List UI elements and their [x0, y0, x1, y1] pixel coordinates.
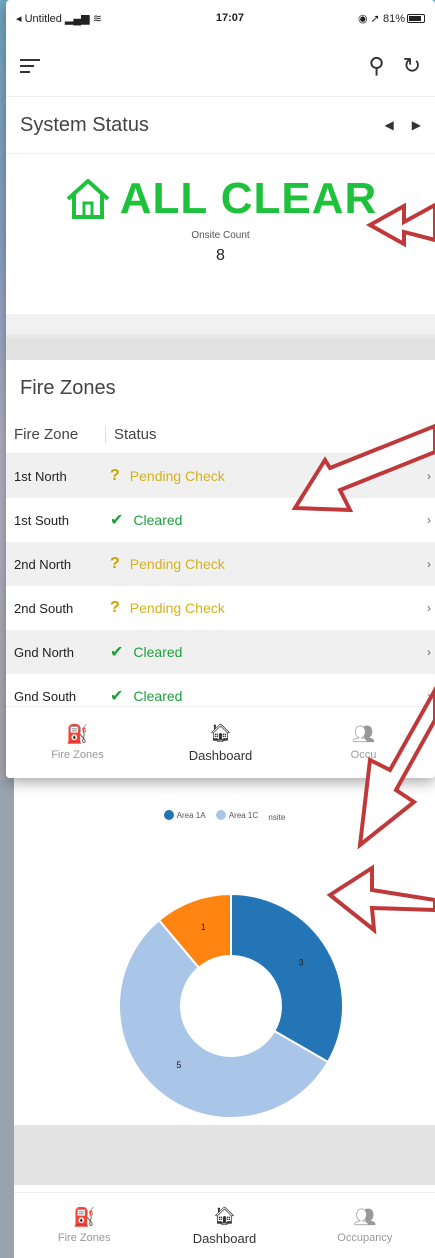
fire-extinguisher-icon: ⛽: [72, 1207, 96, 1227]
check-icon: ✔: [110, 688, 124, 705]
question-icon: ?: [110, 555, 120, 572]
fire-zones-list: 1st North? Pending Check › 1st South ✔ Cleare…: [6, 454, 435, 718]
donut-chart-svg: 3 5 1: [118, 892, 344, 1119]
phone-screen-primary: ◂ Untitled ▂▄▆ ≋ 17:07 ◉ ➚ 81% ⚲ ↻ Syste…: [6, 0, 435, 778]
slice-value-label: 1: [201, 922, 206, 932]
section-title: System Status: [20, 113, 149, 136]
nav-occupancy[interactable]: 👥︎ Occu: [292, 707, 435, 778]
carrier-label: ◂ Untitled ▂▄▆ ≋: [16, 12, 102, 25]
onsite-count-label: Onsite Count: [191, 230, 250, 241]
fire-zone-name: 2nd South: [14, 600, 74, 616]
nav-fire-zones[interactable]: ⛽ Fire Zones: [6, 707, 149, 778]
menu-icon[interactable]: [20, 55, 40, 77]
chevron-right-icon: ›: [427, 689, 431, 703]
question-icon: ?: [110, 467, 120, 484]
fire-zone-name: Gnd South: [14, 688, 77, 704]
home-icon: [66, 179, 110, 219]
legend-item-area1a[interactable]: Area 1A: [163, 810, 206, 820]
fire-zone-status: ? Pending Check: [110, 555, 225, 573]
search-icon[interactable]: ⚲: [368, 53, 384, 79]
legend-label: Area 1C: [228, 810, 259, 820]
slice-value-label: 3: [299, 958, 304, 968]
system-status-header: System Status ◀ ▶: [6, 96, 435, 154]
donut-slice-area-1a[interactable]: [230, 892, 344, 1064]
status-label: Pending Check: [129, 556, 225, 572]
legend-swatch: [163, 810, 174, 820]
status-label: Pending Check: [129, 600, 225, 616]
fire-zone-row[interactable]: 1st North? Pending Check ›: [6, 454, 435, 498]
nav-label: Fire Zones: [57, 1232, 111, 1244]
divider: [6, 314, 435, 334]
fire-zone-row[interactable]: 1st South ✔ Cleared ›: [6, 498, 435, 542]
legend-item-area1c[interactable]: Area 1C: [215, 810, 259, 820]
nav-dashboard[interactable]: 🏠︎ Dashboard: [149, 707, 292, 778]
bottom-nav-secondary: ⛽ Fire Zones 🏠︎ Dashboard 👥︎ Occupancy: [14, 1192, 435, 1258]
fire-zone-name: Gnd North: [14, 644, 74, 660]
divider: [6, 334, 435, 360]
fire-zone-name: 2nd North: [14, 556, 72, 572]
status-label: Cleared: [133, 512, 183, 528]
bottom-nav: ⛽ Fire Zones 🏠︎ Dashboard 👥︎ Occu: [6, 706, 435, 778]
check-icon: ✔: [110, 644, 124, 661]
chevron-right-icon: ›: [427, 645, 431, 659]
nav-label: Occu: [350, 749, 377, 761]
home-icon: 🏠︎: [213, 1205, 236, 1226]
fire-zone-name: 1st North: [14, 468, 67, 484]
nav-occupancy[interactable]: 👥︎ Occupancy: [295, 1193, 435, 1258]
col-header-zone: Fire Zone: [6, 426, 106, 443]
nav-label: Dashboard: [192, 1230, 257, 1246]
chevron-right-icon: ›: [427, 513, 431, 527]
prev-arrow-icon[interactable]: ◀: [385, 118, 394, 132]
status-label: Cleared: [133, 644, 183, 660]
nav-label: Fire Zones: [51, 749, 104, 761]
fire-zone-row[interactable]: 2nd South? Pending Check ›: [6, 586, 435, 630]
dashboard-screen-secondary: Area 1A Area 1C nsite 351 ⛽ Fire Zones 🏠…: [14, 760, 435, 1258]
nav-dashboard[interactable]: 🏠︎ Dashboard: [154, 1193, 294, 1258]
fire-zone-status: ✔ Cleared: [110, 510, 182, 530]
fire-extinguisher-icon: ⛽: [66, 724, 89, 744]
fire-zones-table-header: Fire Zone Status: [6, 416, 435, 454]
next-arrow-icon[interactable]: ▶: [412, 118, 421, 132]
fire-zone-row[interactable]: Gnd North ✔ Cleared ›: [6, 630, 435, 674]
fire-zone-status: ✔ Cleared: [110, 686, 182, 706]
users-icon: 👥︎: [352, 724, 375, 744]
nav-fire-zones[interactable]: ⛽ Fire Zones: [14, 1193, 154, 1258]
onsite-count-value: 8: [216, 247, 225, 264]
status-label: Cleared: [133, 688, 183, 704]
occupancy-donut-chart: 3 5 1: [14, 820, 435, 1160]
home-icon: 🏠︎: [209, 722, 232, 743]
status-state: ALL CLEAR: [119, 174, 378, 223]
fire-zone-status: ? Pending Check: [110, 467, 225, 485]
fire-zone-name: 1st South: [14, 512, 69, 528]
users-icon: 👥︎: [353, 1207, 377, 1227]
legend-label: Area 1A: [176, 810, 206, 820]
fire-zones-title: Fire Zones: [20, 376, 116, 399]
fire-zone-status: ? Pending Check: [110, 599, 225, 617]
gray-band: [14, 1125, 435, 1185]
status-label: Pending Check: [129, 468, 225, 484]
chevron-right-icon: ›: [427, 601, 431, 615]
fire-zone-status: ✔ Cleared: [110, 642, 182, 662]
question-icon: ?: [110, 599, 120, 616]
status-bar: ◂ Untitled ▂▄▆ ≋ 17:07 ◉ ➚ 81%: [6, 0, 435, 36]
battery-icon: [407, 14, 425, 24]
nav-label: Occupancy: [337, 1232, 393, 1244]
legend-swatch: [215, 810, 226, 820]
col-header-status: Status: [114, 426, 157, 443]
clock: 17:07: [215, 12, 245, 24]
check-icon: ✔: [110, 512, 124, 529]
refresh-icon[interactable]: ↻: [403, 53, 421, 79]
chevron-right-icon: ›: [427, 469, 431, 483]
slice-value-label: 5: [176, 1060, 181, 1070]
system-status-card: ALL CLEAR Onsite Count 8: [6, 154, 435, 314]
fire-zone-row[interactable]: 2nd North? Pending Check ›: [6, 542, 435, 586]
battery-status: ◉ ➚ 81%: [358, 12, 425, 25]
chevron-right-icon: ›: [427, 557, 431, 571]
app-toolbar: ⚲ ↻: [6, 36, 435, 96]
nav-label: Dashboard: [188, 747, 253, 763]
